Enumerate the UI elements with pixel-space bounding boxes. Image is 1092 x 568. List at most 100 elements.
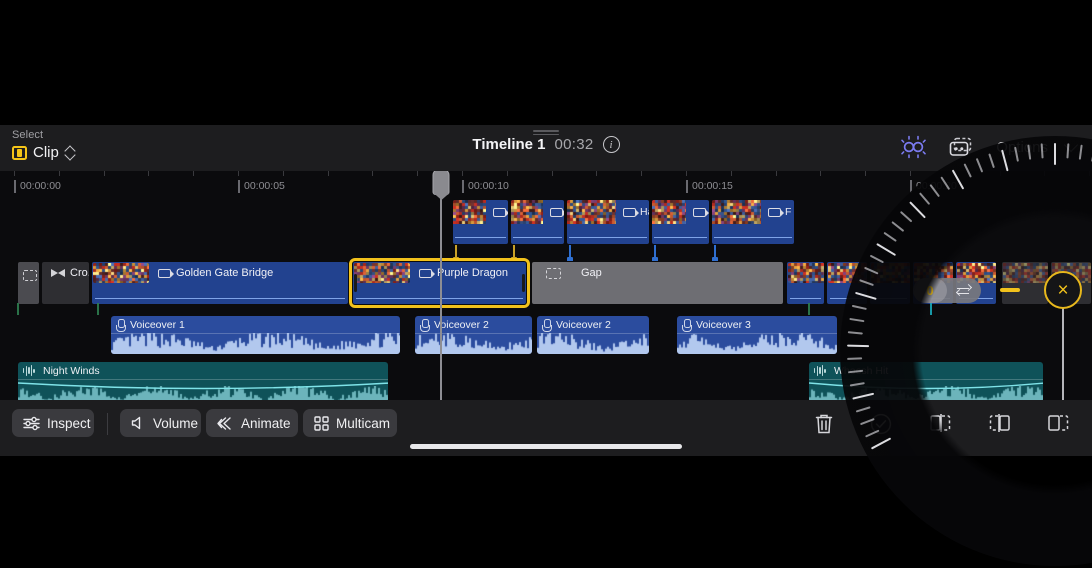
- primary-storyline-clip[interactable]: [869, 261, 911, 305]
- connected-video-clip[interactable]: M: [651, 199, 710, 245]
- video-icon: [493, 208, 506, 217]
- music-label-row: Whoosh Hit: [809, 362, 1043, 379]
- voiceover-label-row: Voiceover 2: [415, 316, 532, 333]
- clip-thumbnail: [1003, 263, 1049, 283]
- video-icon: [768, 208, 781, 217]
- playhead[interactable]: [440, 171, 442, 400]
- ruler-tick: [731, 171, 732, 176]
- clip-name: Voiceover 2: [434, 319, 489, 331]
- ruler-time-label: 00:00:00: [14, 180, 61, 193]
- trim-value-segment[interactable]: 0: [913, 278, 947, 303]
- ruler-tick: [1089, 171, 1090, 176]
- connected-video-clip[interactable]: [452, 199, 509, 245]
- clip-name: Night Winds: [43, 365, 100, 377]
- voiceover-clip[interactable]: Voiceover 1: [110, 315, 401, 355]
- multicam-button[interactable]: Multicam: [303, 409, 397, 437]
- home-indicator[interactable]: [410, 444, 682, 449]
- chevron-down-icon[interactable]: [1064, 138, 1078, 152]
- mic-icon: [420, 319, 428, 331]
- primary-storyline-clip[interactable]: Cro...: [41, 261, 90, 305]
- timeline-duration: 00:32: [555, 136, 594, 153]
- ruler-tick: [104, 171, 105, 176]
- sliders-icon: [23, 416, 40, 431]
- ruler-tick: [641, 171, 642, 176]
- volume-curve[interactable]: [809, 380, 1044, 400]
- clip-name: Purple Dragon: [437, 267, 508, 279]
- trim-start-icon[interactable]: [928, 412, 952, 436]
- clip-name: Voiceover 3: [696, 319, 751, 331]
- placeholder-icon: [23, 270, 37, 281]
- trim-value: 0: [926, 283, 933, 298]
- clip-name: Cro...: [70, 267, 90, 279]
- connected-video-clip[interactable]: Hap: [566, 199, 650, 245]
- primary-storyline-clip[interactable]: Golden Gate Bridge: [91, 261, 349, 305]
- primary-storyline-clip[interactable]: [17, 261, 40, 305]
- volume-curve[interactable]: [18, 380, 389, 400]
- ruler-tick: [148, 171, 149, 176]
- mic-icon: [542, 319, 550, 331]
- audio-underline: [873, 298, 907, 299]
- primary-storyline-clip[interactable]: [786, 261, 825, 305]
- drag-grabber[interactable]: [533, 130, 559, 135]
- info-icon[interactable]: i: [603, 136, 620, 153]
- clip-label-row: Golden Gate Bridge: [154, 262, 273, 284]
- ruler-tick: [193, 171, 194, 176]
- voiceover-label-row: Voiceover 2: [537, 316, 649, 333]
- swap-segment[interactable]: [947, 278, 981, 303]
- ruler-tick: [686, 171, 687, 176]
- ruler-tick: [238, 171, 239, 176]
- connected-clip-label-row: M: [652, 200, 709, 224]
- connected-video-clip[interactable]: [510, 199, 565, 245]
- button-label: Multicam: [336, 416, 390, 431]
- gap-icon: [546, 268, 561, 279]
- trim-end-icon[interactable]: [988, 412, 1012, 436]
- waveform-icon: [23, 365, 37, 377]
- trim-amount-control[interactable]: 0: [913, 278, 981, 303]
- ruler-tick: [59, 171, 60, 176]
- audio-waveform: [415, 333, 533, 354]
- trim-both-icon[interactable]: [1046, 412, 1070, 436]
- voiceover-label-row: Voiceover 1: [111, 316, 400, 333]
- clip-name: Voiceover 1: [130, 319, 185, 331]
- audio-underline: [830, 298, 864, 299]
- page-title: Timeline 1: [472, 136, 545, 153]
- alignment-marker: [97, 303, 99, 315]
- audio-waveform: [111, 333, 401, 354]
- voiceover-clip[interactable]: Voiceover 3: [676, 315, 838, 355]
- audio-underline: [95, 298, 345, 299]
- gap-clip[interactable]: Gap: [531, 261, 784, 305]
- approve-check-icon[interactable]: [869, 412, 893, 436]
- ruler-tick: [372, 171, 373, 176]
- options-button[interactable]: Options: [996, 139, 1048, 156]
- clip-name: Golden Gate Bridge: [176, 267, 273, 279]
- voiceover-clip[interactable]: Voiceover 2: [414, 315, 533, 355]
- clip-name: Whoosh Hit: [834, 365, 888, 377]
- audio-underline: [654, 237, 707, 238]
- timeline-ruler[interactable]: 00:00:0000:00:0500:00:1000:00:1500:00:20: [0, 171, 1092, 195]
- enhance-icon[interactable]: [900, 135, 926, 159]
- button-label: Volume: [153, 416, 198, 431]
- connected-video-clip[interactable]: F: [711, 199, 795, 245]
- animate-button[interactable]: Animate: [206, 409, 298, 437]
- audio-waveform: [537, 333, 650, 354]
- trim-handle-left[interactable]: [354, 274, 357, 292]
- voiceover-clip[interactable]: Voiceover 2: [536, 315, 650, 355]
- clip-thumbnail: [828, 263, 868, 283]
- angles-icon[interactable]: [948, 136, 974, 158]
- music-clip[interactable]: Night Winds: [17, 361, 389, 400]
- close-icon[interactable]: ×: [1044, 271, 1082, 309]
- volume-button[interactable]: Volume: [120, 409, 201, 437]
- swap-icon: [957, 285, 971, 297]
- ruler-tick: [865, 171, 866, 176]
- trash-icon[interactable]: [813, 412, 837, 436]
- inspect-button[interactable]: Inspect: [12, 409, 94, 437]
- crossfade-icon: [51, 269, 65, 278]
- trim-handle-right[interactable]: [522, 274, 525, 292]
- primary-storyline-clip[interactable]: [1001, 261, 1049, 305]
- music-clip[interactable]: Whoosh Hit: [808, 361, 1044, 400]
- primary-storyline-clip[interactable]: [826, 261, 868, 305]
- clip-name: Voiceover 2: [556, 319, 611, 331]
- ruler-tick: [14, 171, 15, 176]
- playhead-handle[interactable]: [433, 171, 450, 195]
- clip-name: F: [785, 206, 791, 218]
